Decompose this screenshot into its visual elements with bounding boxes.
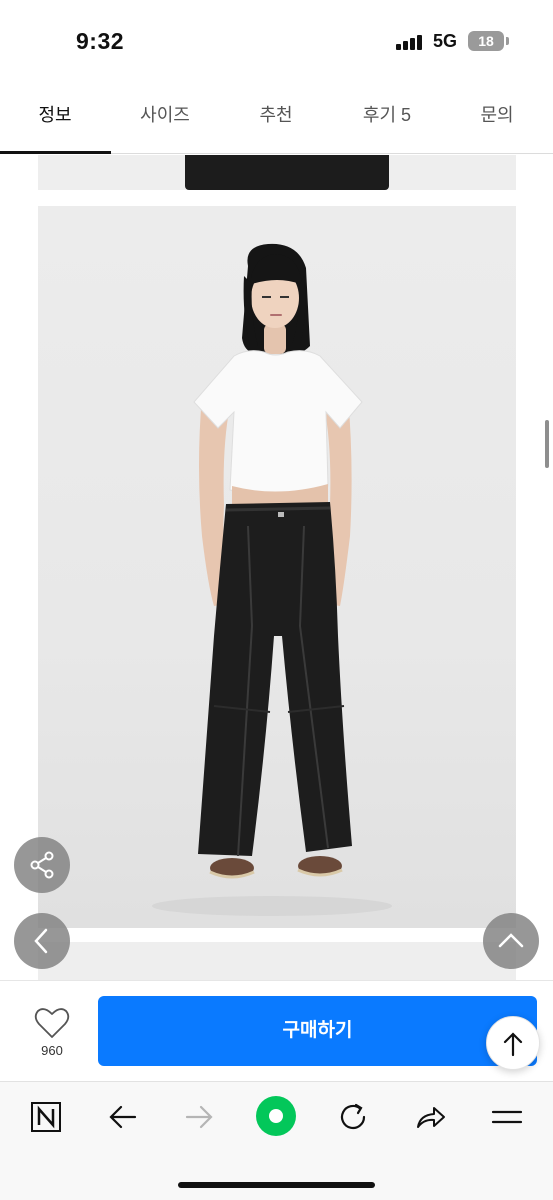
tab-bar: 정보 사이즈 추천 후기 5 문의 xyxy=(0,84,553,154)
status-bar: 9:32 5G 18 xyxy=(0,0,553,84)
tab-inquiry[interactable]: 문의 xyxy=(442,84,552,154)
arrow-up-icon xyxy=(503,1032,523,1057)
page: 9:32 5G 18 정보 사이즈 추천 후기 5 문의 960 구매하기 xyxy=(0,0,553,1200)
share-page-button[interactable] xyxy=(408,1095,452,1139)
battery-level: 18 xyxy=(478,33,494,49)
forward-button[interactable] xyxy=(177,1095,221,1139)
reload-button[interactable] xyxy=(331,1095,375,1139)
scroll-top-button[interactable] xyxy=(486,1016,540,1070)
chevron-up-icon xyxy=(498,933,524,948)
tab-reviews[interactable]: 후기 5 xyxy=(332,84,442,154)
arrow-left-icon xyxy=(109,1105,137,1129)
home-indicator xyxy=(178,1182,375,1188)
menu-icon xyxy=(491,1110,523,1124)
active-tab-indicator xyxy=(0,151,111,154)
signal-icon xyxy=(396,34,424,50)
buy-button[interactable]: 구매하기 xyxy=(98,996,537,1066)
previous-image xyxy=(38,155,516,190)
arrow-right-icon xyxy=(185,1105,213,1129)
tab-info[interactable]: 정보 xyxy=(0,84,110,154)
n-logo-icon xyxy=(31,1102,61,1132)
heart-icon xyxy=(34,1008,70,1038)
like-count: 960 xyxy=(41,1043,63,1058)
back-button[interactable] xyxy=(101,1095,145,1139)
previous-button[interactable] xyxy=(14,913,70,969)
tab-size[interactable]: 사이즈 xyxy=(110,84,220,154)
battery-icon: 18 xyxy=(468,31,504,51)
chevron-left-icon xyxy=(34,928,48,954)
scrollbar-thumb[interactable] xyxy=(545,420,549,468)
model-illustration xyxy=(152,243,392,916)
product-detail-content xyxy=(0,155,553,980)
tab-recommend[interactable]: 추천 xyxy=(221,84,331,154)
share-icon xyxy=(30,851,54,879)
share-arrow-icon xyxy=(417,1107,445,1128)
share-button[interactable] xyxy=(14,837,70,893)
green-circle-icon xyxy=(256,1096,296,1136)
next-image xyxy=(38,942,516,980)
reload-icon xyxy=(340,1103,366,1130)
status-time: 9:32 xyxy=(76,28,125,54)
product-image xyxy=(38,206,516,928)
green-home-button[interactable] xyxy=(254,1094,298,1138)
previous-image-pants xyxy=(185,155,389,190)
naver-home-button[interactable] xyxy=(24,1095,68,1139)
battery-cap xyxy=(506,37,509,45)
network-label: 5G xyxy=(433,31,458,51)
menu-button[interactable] xyxy=(485,1095,529,1139)
scroll-up-button[interactable] xyxy=(483,913,539,969)
